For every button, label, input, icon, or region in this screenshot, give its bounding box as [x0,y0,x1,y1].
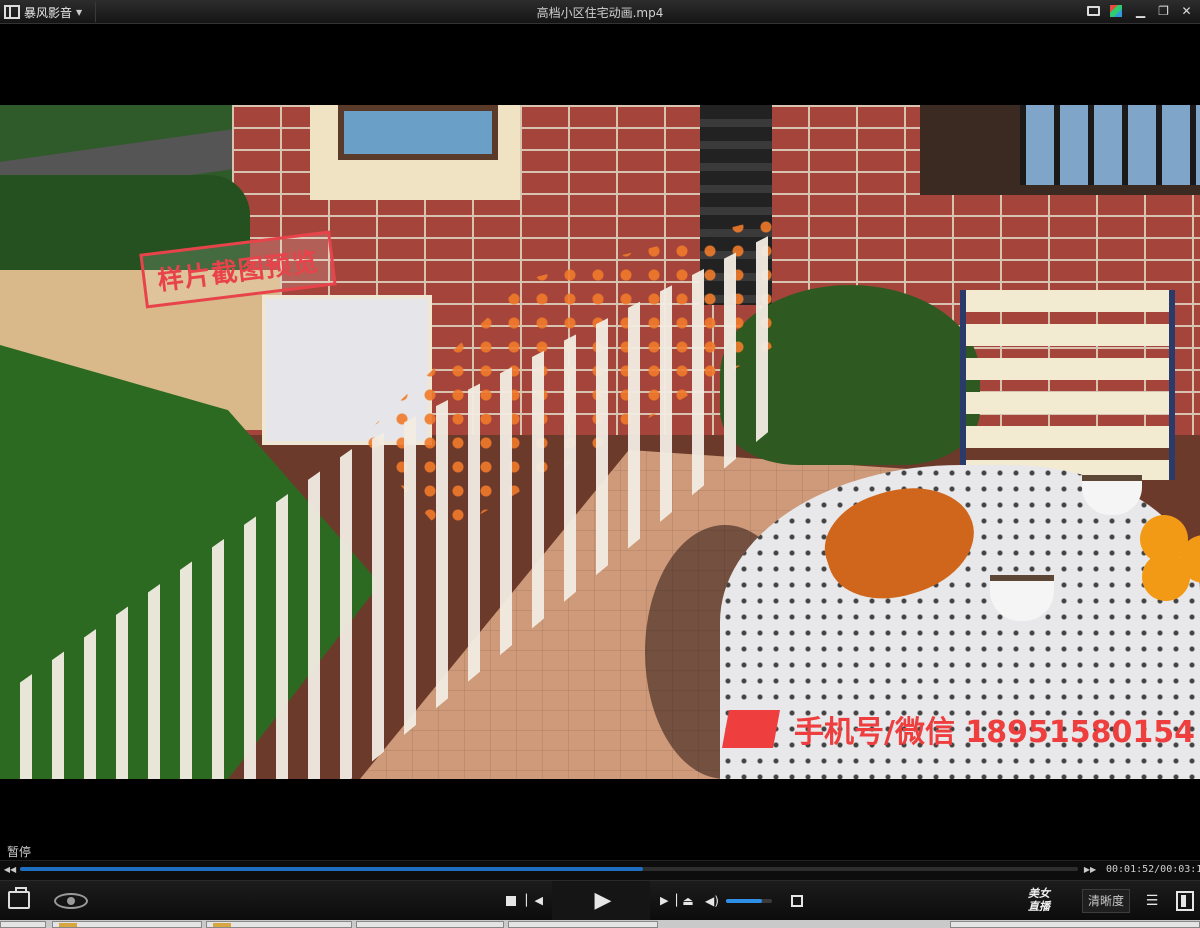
time-display: 00:01:52/00:03:10 [1106,864,1200,875]
taskbar-item[interactable] [52,921,202,928]
title-bar: 暴风影音 ▼ 高档小区住宅动画.mp4 ▁ ❐ ✕ [0,0,1200,24]
layout-icon[interactable] [1176,891,1194,911]
minimize-icon[interactable]: ▁ [1133,3,1148,19]
live-logo-line1: 美女 [1028,887,1050,900]
play-icon[interactable]: ▶ [592,889,614,913]
live-logo-line2: 直播 [1028,900,1050,913]
taskbar-item[interactable] [356,921,504,928]
seek-track[interactable] [20,867,1078,871]
seek-progress [20,867,644,871]
next-icon[interactable]: ▶▕ [660,892,677,910]
taskbar-item[interactable] [950,921,1200,928]
fullscreen-icon[interactable] [791,895,803,907]
watermark-contact: 手机号/微信 18951580154 [722,707,1195,751]
chat-icon[interactable] [1087,3,1102,19]
skin-icon[interactable] [1110,3,1125,19]
live-stream-button[interactable]: 美女 直播 [1012,887,1066,915]
eject-icon[interactable]: ⏏ [681,892,695,910]
previous-icon[interactable]: ▏◀ [526,892,543,910]
fast-forward-icon[interactable]: ▶▶ [1083,863,1097,877]
stop-icon[interactable] [506,896,516,906]
taskbar-item[interactable] [508,921,658,928]
window-title: 高档小区住宅动画.mp4 [536,6,664,20]
restore-icon[interactable]: ❐ [1156,3,1171,19]
video-frame[interactable]: 样片截图预览 手机号/微信 18951580154 [0,105,1200,779]
rewind-icon[interactable]: ◀◀ [3,863,17,877]
playback-status: 暂停 [7,845,32,859]
video-scene [0,105,1200,779]
eye-icon[interactable] [54,893,88,909]
taskbar [0,920,1200,928]
seek-bar: ◀◀ ▶▶ 00:01:52/00:03:10 [0,860,1200,880]
volume-slider[interactable] [726,899,772,903]
volume-level [726,899,762,903]
playlist-icon[interactable]: ☰ [1144,892,1160,910]
volume-icon[interactable]: ◀) [704,892,720,910]
taskbar-item[interactable] [0,921,46,928]
watermark-contact-text: 手机号/微信 18951580154 [794,715,1196,750]
player-window: 暴风影音 ▼ 高档小区住宅动画.mp4 ▁ ❐ ✕ 样片截图预览 手机号/微信 … [0,0,1200,928]
control-bar: ▏◀ ▶ ▶▕ ⏏ ◀) 美女 直播 清晰度 ☰ [0,880,1200,921]
quality-button[interactable]: 清晰度 [1082,889,1130,913]
window-controls: ▁ ❐ ✕ [1087,3,1194,19]
taskbar-item[interactable] [206,921,352,928]
toolbox-icon[interactable] [8,887,30,909]
hd-logo-icon [722,710,780,748]
close-icon[interactable]: ✕ [1179,3,1194,19]
